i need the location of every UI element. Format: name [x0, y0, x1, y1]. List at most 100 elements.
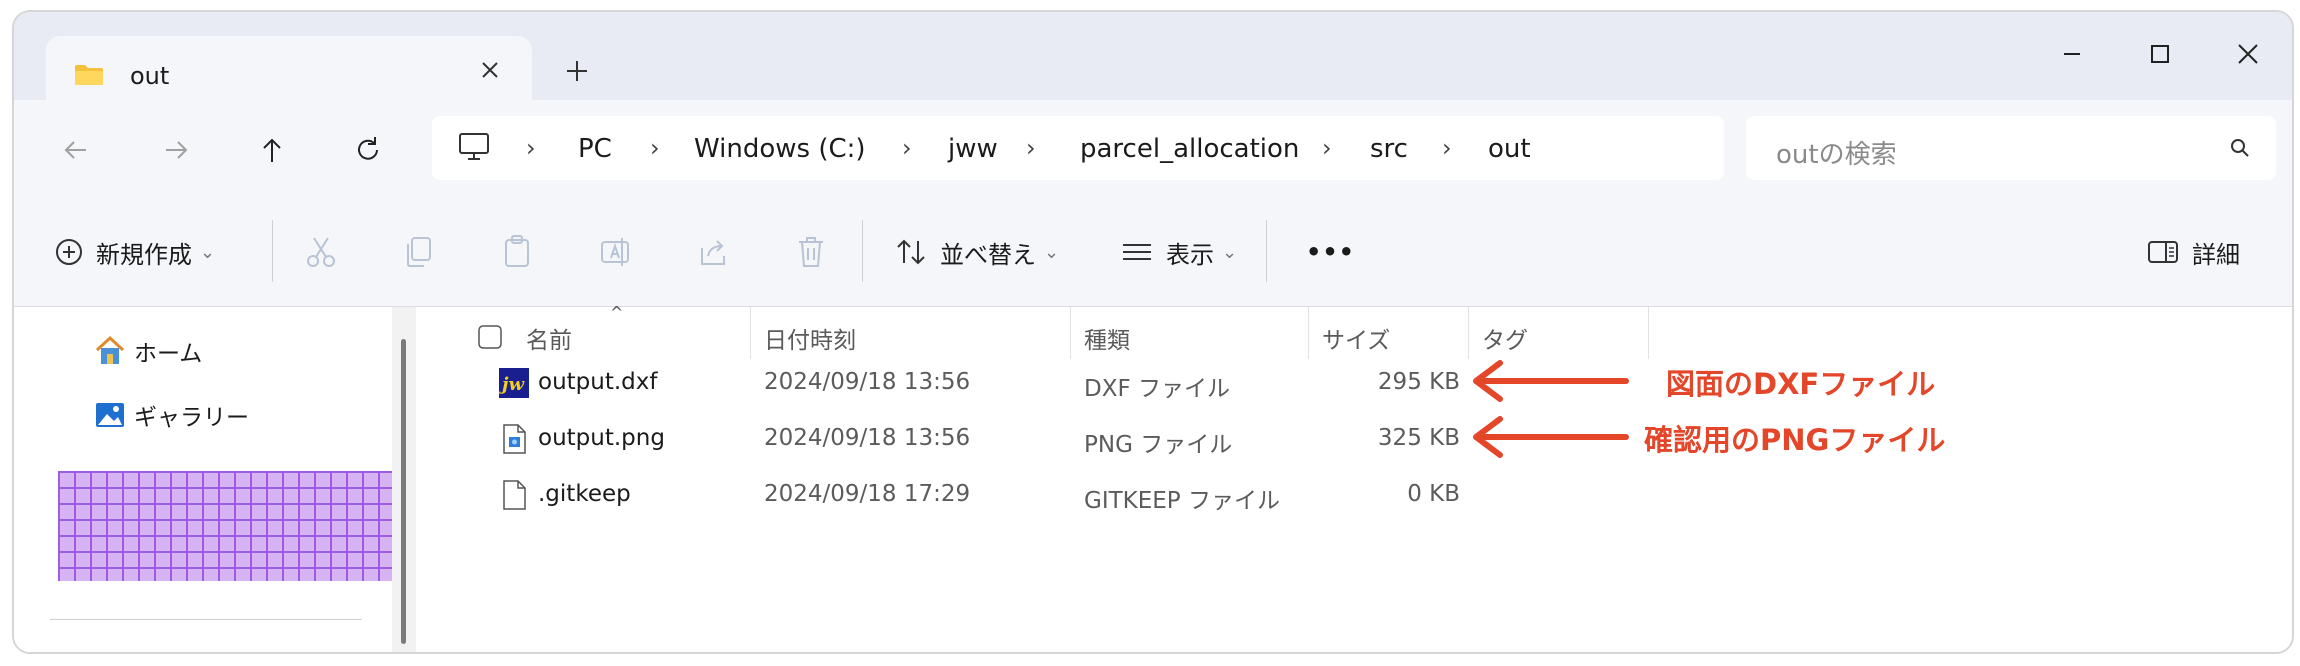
svg-text:jw: jw [499, 374, 526, 395]
new-label: 新規作成 [96, 240, 192, 269]
breadcrumb-out[interactable]: out [1488, 134, 1531, 164]
chevron-down-icon: ⌄ [200, 241, 216, 263]
chevron-right-icon: › [650, 134, 660, 162]
file-size: 0 KB [1407, 481, 1460, 507]
search-placeholder: outの検索 [1776, 140, 1897, 170]
rename-icon[interactable] [598, 234, 632, 270]
column-divider [1308, 307, 1309, 359]
column-header-type[interactable]: 種類 [1084, 321, 1130, 355]
breadcrumb-src[interactable]: src [1370, 134, 1408, 164]
paste-icon[interactable] [500, 234, 534, 270]
folder-icon [75, 65, 103, 85]
file-row-gitkeep[interactable]: .gitkeep 2024/09/18 17:29 GITKEEP ファイル 0… [474, 469, 1654, 521]
delete-icon[interactable] [794, 234, 828, 270]
details-label: 詳細 [2192, 240, 2240, 269]
column-header-row: ^ 名前 日付時刻 種類 サイズ タグ [474, 303, 1654, 359]
divider [862, 220, 863, 282]
column-divider [1468, 307, 1469, 359]
select-all-checkbox[interactable] [478, 325, 502, 349]
divider [272, 220, 273, 282]
annotation-dxf: 図面のDXFファイル [1666, 367, 1936, 401]
new-tab-icon[interactable] [562, 56, 592, 86]
search-icon[interactable] [2228, 136, 2252, 160]
sidebar-scrollbar[interactable] [392, 307, 416, 652]
column-header-date[interactable]: 日付時刻 [764, 321, 856, 355]
add-circle-icon [56, 239, 82, 265]
file-size: 295 KB [1377, 369, 1460, 395]
file-type: PNG ファイル [1084, 432, 1233, 458]
sidebar-item-gallery[interactable]: ギャラリー [94, 395, 249, 435]
sort-asc-icon: ^ [610, 303, 624, 322]
up-icon[interactable] [254, 132, 290, 168]
home-icon [95, 335, 125, 364]
breadcrumb-drive[interactable]: Windows (C:) [694, 134, 866, 164]
column-divider [1648, 307, 1649, 359]
gallery-icon [96, 403, 124, 427]
file-date: 2024/09/18 13:56 [764, 369, 971, 395]
sort-button[interactable]: 並べ替え ⌄ [894, 230, 1059, 274]
column-header-name[interactable]: 名前 [526, 321, 572, 355]
breadcrumb-parcel-allocation[interactable]: parcel_allocation [1080, 134, 1299, 164]
sidebar-item-home[interactable]: ホーム [94, 331, 202, 371]
title-bar: out [14, 12, 2292, 102]
minimize-icon[interactable] [2044, 34, 2100, 74]
breadcrumb-jww[interactable]: jww [948, 134, 998, 164]
address-row: › PC › Windows (C:) › jww › parcel_alloc… [14, 100, 2292, 200]
maximize-icon[interactable] [2132, 34, 2188, 74]
scrollbar-thumb[interactable] [401, 339, 406, 644]
sidebar-item-label: ギャラリー [134, 405, 249, 431]
jww-file-icon: jw [499, 368, 529, 398]
refresh-icon[interactable] [350, 132, 386, 168]
file-name[interactable]: output.png [538, 425, 665, 451]
column-header-size[interactable]: サイズ [1322, 321, 1390, 355]
close-tab-icon[interactable] [476, 56, 504, 84]
more-options-icon: ••• [1306, 238, 1356, 266]
details-pane-icon [2148, 241, 2178, 263]
view-list-icon [1123, 244, 1151, 260]
redacted-region [58, 471, 404, 581]
divider [1266, 220, 1267, 282]
sidebar-item-label: ホーム [134, 341, 203, 367]
file-explorer-window: out › PC › Windows (C:) › jww › parcel_a… [12, 10, 2294, 654]
sort-icon [897, 239, 925, 265]
search-input[interactable]: outの検索 [1746, 116, 2276, 180]
details-pane-button[interactable]: 詳細 [2146, 230, 2240, 274]
column-divider [1070, 307, 1071, 359]
chevron-right-icon: › [1442, 134, 1452, 162]
chevron-right-icon: › [526, 134, 536, 162]
column-header-tags[interactable]: タグ [1482, 321, 1528, 355]
chevron-down-icon: ⌄ [1222, 241, 1238, 263]
annotation-arrow-left-icon [1473, 416, 1629, 458]
image-file-icon [503, 424, 526, 454]
forward-icon[interactable] [158, 132, 194, 168]
back-icon[interactable] [58, 132, 94, 168]
file-date: 2024/09/18 13:56 [764, 425, 971, 451]
more-options-button[interactable]: ••• [1306, 230, 1355, 274]
address-bar[interactable]: › PC › Windows (C:) › jww › parcel_alloc… [432, 116, 1724, 180]
chevron-right-icon: › [1322, 134, 1332, 162]
pc-icon [459, 133, 489, 160]
file-name[interactable]: output.dxf [538, 369, 657, 395]
view-label: 表示 [1166, 240, 1214, 269]
window-close-icon[interactable] [2220, 34, 2276, 74]
generic-file-icon [503, 480, 526, 510]
column-divider [750, 307, 751, 359]
file-type: GITKEEP ファイル [1084, 488, 1280, 514]
annotation-arrow-left-icon [1473, 360, 1629, 402]
chevron-right-icon: › [902, 134, 912, 162]
chevron-down-icon: ⌄ [1044, 241, 1060, 263]
tab-out[interactable]: out [46, 36, 532, 102]
sort-label: 並べ替え [940, 240, 1036, 269]
breadcrumb-pc[interactable]: PC [578, 134, 612, 164]
cut-icon[interactable] [304, 234, 338, 270]
chevron-right-icon: › [1026, 134, 1036, 162]
share-icon[interactable] [696, 234, 730, 270]
file-size: 325 KB [1377, 425, 1460, 451]
view-button[interactable]: 表示 ⌄ [1120, 230, 1237, 274]
file-date: 2024/09/18 17:29 [764, 481, 971, 507]
copy-icon[interactable] [402, 234, 436, 270]
new-button[interactable]: 新規作成 ⌄ [54, 230, 215, 274]
command-bar: 新規作成 ⌄ 並べ替え ⌄ 表示 ⌄ ••• 詳細 [14, 200, 2292, 307]
file-name[interactable]: .gitkeep [538, 481, 631, 507]
divider [50, 619, 362, 620]
